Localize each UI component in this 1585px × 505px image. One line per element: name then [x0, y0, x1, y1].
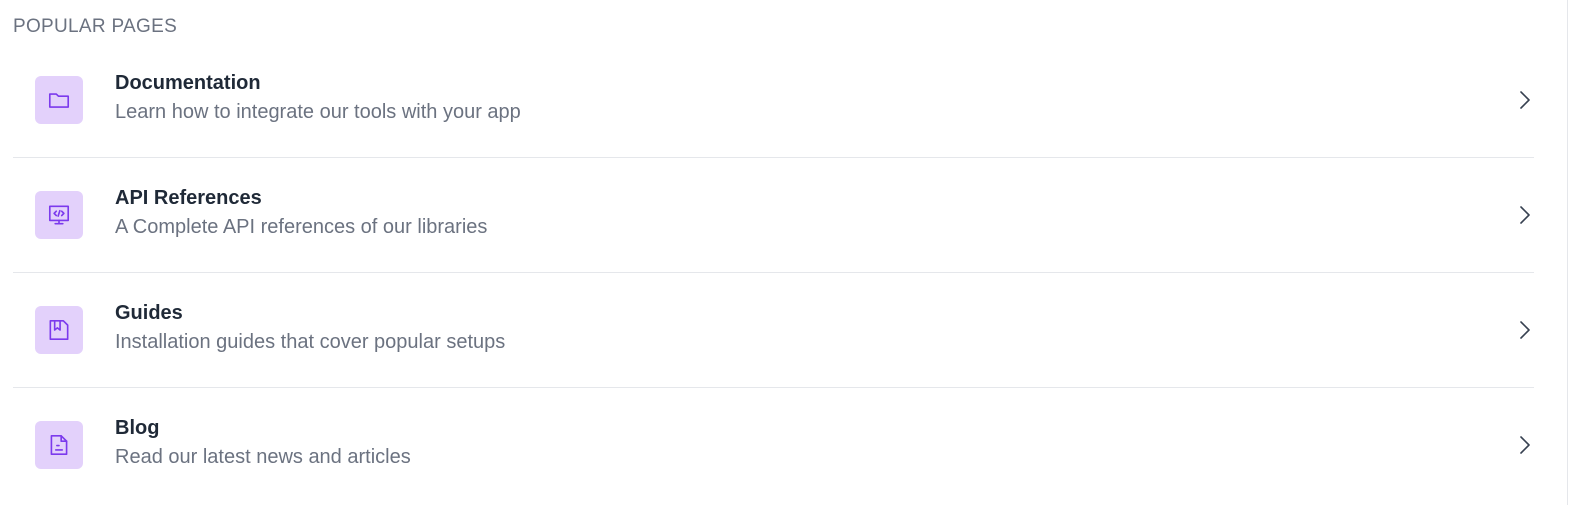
- chevron-right-icon: [1516, 318, 1534, 342]
- item-description: A Complete API references of our librari…: [115, 216, 488, 238]
- item-description: Learn how to integrate our tools with yo…: [115, 101, 521, 123]
- chevron-right-icon: [1516, 203, 1534, 227]
- item-title: Blog: [115, 417, 160, 439]
- list-item-api-references[interactable]: API References A Complete API references…: [13, 158, 1534, 273]
- list-item-blog[interactable]: Blog Read our latest news and articles: [13, 388, 1534, 502]
- item-description: Read our latest news and articles: [115, 446, 411, 468]
- document-icon: [35, 421, 83, 469]
- bookmark-page-icon: [35, 306, 83, 354]
- list-item-documentation[interactable]: Documentation Learn how to integrate our…: [13, 43, 1534, 158]
- item-title: Guides: [115, 302, 183, 324]
- code-monitor-icon: [35, 191, 83, 239]
- item-description: Installation guides that cover popular s…: [115, 331, 506, 353]
- chevron-right-icon: [1516, 88, 1534, 112]
- scrollbar[interactable]: [1567, 0, 1585, 505]
- section-title: POPULAR PAGES: [13, 16, 178, 37]
- list-item-guides[interactable]: Guides Installation guides that cover po…: [13, 273, 1534, 388]
- item-title: API References: [115, 187, 262, 209]
- folder-icon: [35, 76, 83, 124]
- popular-pages-list: Documentation Learn how to integrate our…: [13, 43, 1534, 502]
- item-title: Documentation: [115, 72, 261, 94]
- chevron-right-icon: [1516, 433, 1534, 457]
